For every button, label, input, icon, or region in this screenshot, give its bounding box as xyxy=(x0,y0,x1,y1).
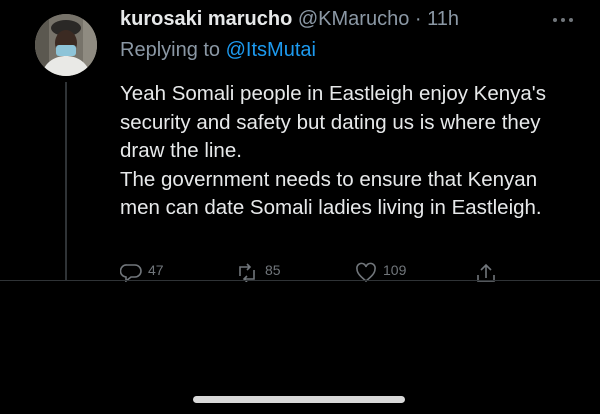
reply-count: 47 xyxy=(148,262,164,278)
tweet-paragraph: The government needs to ensure that Keny… xyxy=(120,167,542,220)
retweet-icon xyxy=(235,262,259,282)
timestamp[interactable]: 11h xyxy=(427,8,459,30)
display-name[interactable]: kurosaki marucho xyxy=(120,8,292,30)
avatar[interactable] xyxy=(35,14,97,76)
tweet-text: Yeah Somali people in Eastleigh enjoy Ke… xyxy=(120,80,580,223)
reply-icon xyxy=(120,262,142,282)
action-bar: 47 85 109 xyxy=(120,262,600,282)
retweet-count: 85 xyxy=(265,262,281,278)
share-button[interactable] xyxy=(475,262,497,282)
tweet-paragraph: Yeah Somali people in Eastleigh enjoy Ke… xyxy=(120,82,546,162)
share-icon xyxy=(475,262,497,282)
retweet-button[interactable]: 85 xyxy=(235,262,281,282)
home-indicator[interactable] xyxy=(193,396,405,403)
heart-icon xyxy=(355,262,377,282)
tweet-divider xyxy=(0,280,600,281)
thread-line xyxy=(65,82,67,280)
user-handle[interactable]: @KMarucho xyxy=(298,8,409,30)
replying-to-line: Replying to @ItsMutai xyxy=(120,39,316,62)
mention-link[interactable]: @ItsMutai xyxy=(226,39,316,61)
replying-to-label: Replying to xyxy=(120,39,226,61)
like-count: 109 xyxy=(383,262,407,278)
header-separator: · xyxy=(414,8,422,30)
like-button[interactable]: 109 xyxy=(355,262,406,282)
more-dots-icon[interactable] xyxy=(552,6,574,29)
reply-button[interactable]: 47 xyxy=(120,262,164,282)
tweet[interactable]: kurosaki marucho @KMarucho · 11h Replyin… xyxy=(0,0,600,282)
tweet-header: kurosaki marucho @KMarucho · 11h xyxy=(120,8,459,31)
